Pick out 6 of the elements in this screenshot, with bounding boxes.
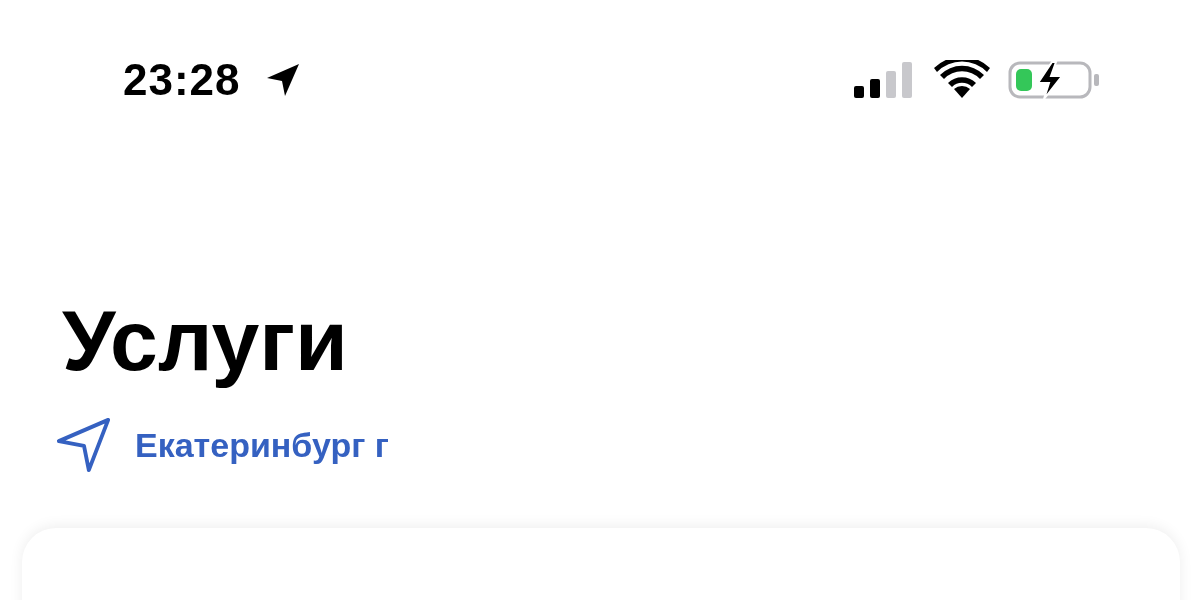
wifi-icon <box>934 60 990 100</box>
page-title: Услуги <box>62 291 349 390</box>
city-link[interactable]: Екатеринбург г <box>135 425 389 465</box>
status-time: 23:28 <box>123 55 241 105</box>
location-arrow-icon <box>55 416 113 474</box>
battery-charging-icon <box>1008 59 1100 101</box>
